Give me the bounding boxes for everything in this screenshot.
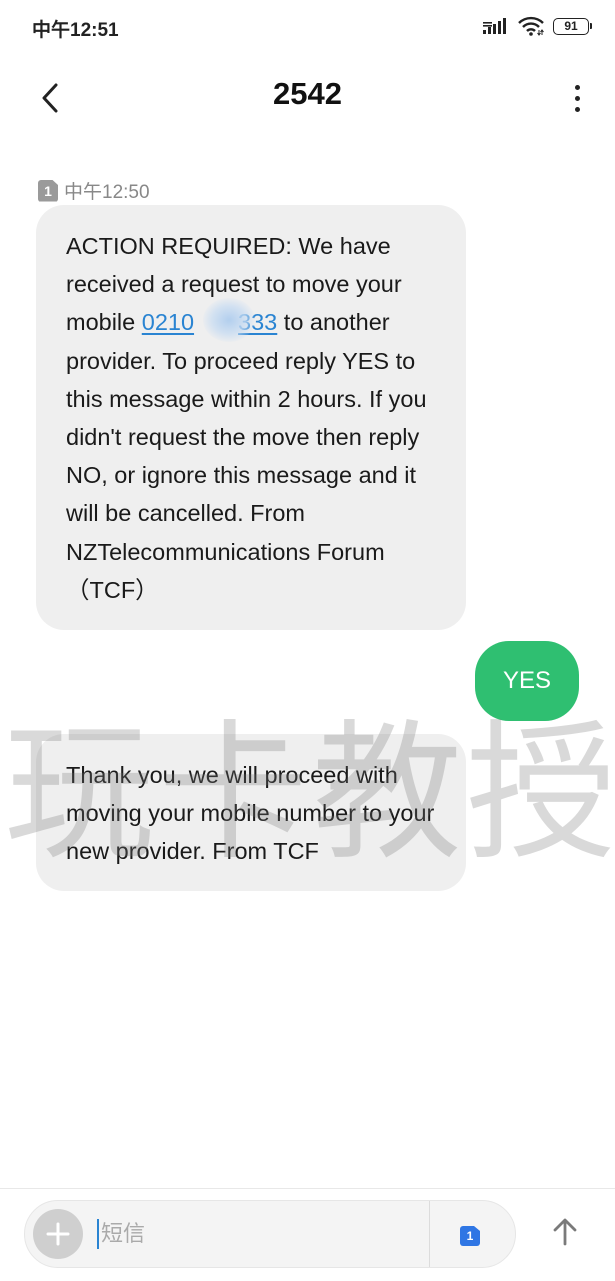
status-icons: 91	[483, 16, 593, 36]
input-divider	[429, 1201, 430, 1267]
timestamp-text: 中午12:50	[64, 182, 150, 203]
status-bar: 中午12:51 91	[0, 0, 615, 56]
sim-selector-button[interactable]: 1	[460, 1226, 480, 1246]
more-options-button[interactable]	[567, 74, 587, 122]
battery-icon: 91	[553, 17, 592, 35]
send-button[interactable]	[540, 1207, 590, 1257]
text-cursor	[97, 1219, 99, 1249]
outgoing-message[interactable]: YES	[475, 641, 579, 721]
add-attachment-button[interactable]	[33, 1209, 83, 1259]
conversation-header: 2542	[0, 58, 615, 138]
incoming-message[interactable]: ACTION REQUIRED: We have received a requ…	[36, 205, 466, 630]
more-dot-icon	[574, 106, 580, 112]
conversation-title: 2542	[273, 76, 342, 111]
more-dot-icon	[574, 95, 580, 101]
more-dot-icon	[574, 84, 580, 90]
arrow-up-icon	[553, 1218, 577, 1246]
plus-icon	[46, 1222, 70, 1246]
message-composer: 1	[0, 1188, 615, 1281]
wifi-icon	[518, 16, 544, 36]
sim-card-icon: 1	[38, 179, 58, 202]
message-text: to another provider. To proceed reply YE…	[66, 309, 427, 603]
signal-icon	[483, 18, 509, 34]
input-container: 1	[24, 1200, 516, 1268]
message-text: Thank you, we will proceed with moving y…	[66, 762, 435, 865]
message-input[interactable]	[101, 1210, 421, 1258]
status-time: 中午12:51	[32, 20, 119, 41]
message-timestamp: 1 中午12:50	[38, 177, 150, 204]
redaction-blur	[203, 298, 255, 342]
incoming-message[interactable]: Thank you, we will proceed with moving y…	[36, 734, 466, 891]
